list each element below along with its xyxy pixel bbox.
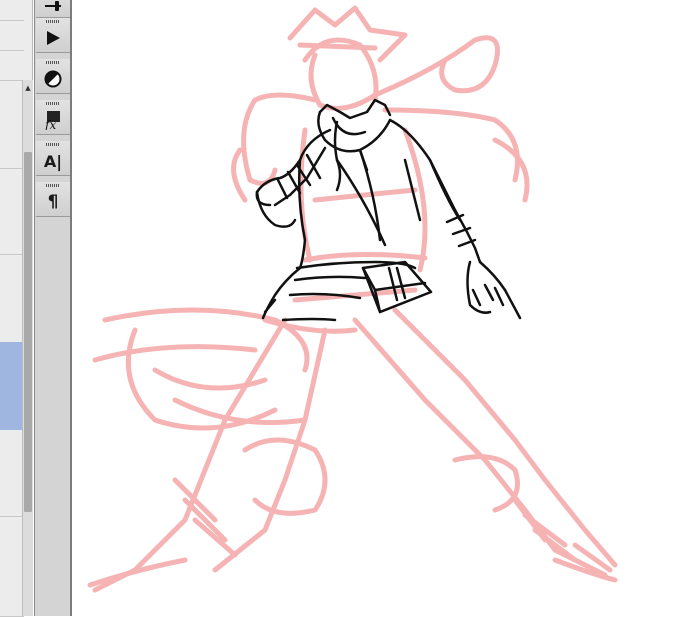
tool-button-paragraph[interactable]: ¶	[36, 182, 70, 217]
panel-row[interactable]	[0, 50, 24, 81]
panel-row[interactable]	[0, 0, 24, 21]
text-tool-icon: A|	[43, 151, 63, 171]
fx-label: fx	[44, 118, 56, 130]
slider-tool-icon	[36, 0, 70, 14]
tool-button-slider[interactable]	[36, 0, 70, 18]
panel-row[interactable]	[0, 254, 24, 343]
tool-button-play[interactable]	[36, 18, 70, 53]
scrollbar-thumb[interactable]	[24, 152, 32, 512]
sketch-artwork	[87, 5, 618, 593]
scroll-up-icon[interactable]: ▲	[23, 82, 33, 94]
tool-button-fx[interactable]: fx	[36, 100, 70, 135]
ink-lineart-layer	[255, 98, 522, 322]
panel-row[interactable]	[0, 430, 24, 517]
grip	[46, 61, 60, 64]
tool-button-adjust[interactable]	[36, 59, 70, 94]
left-panel: ▲	[0, 0, 33, 617]
grip	[46, 20, 60, 23]
fx-filter-icon: fx	[36, 108, 70, 132]
paragraph-icon: ¶	[47, 192, 59, 212]
grip	[46, 143, 60, 146]
panel-row[interactable]	[0, 20, 24, 51]
tool-button-text[interactable]: A|	[36, 141, 70, 176]
panel-scrollbar[interactable]: ▲	[22, 80, 33, 616]
panel-row-selected[interactable]	[0, 342, 22, 430]
panel-row[interactable]	[0, 80, 24, 169]
panel-row[interactable]	[0, 516, 24, 617]
drawing-canvas[interactable]	[75, 0, 675, 616]
grip	[46, 102, 60, 105]
play-icon	[36, 26, 70, 50]
rough-sketch-layer	[87, 5, 618, 593]
half-circle-icon	[36, 67, 70, 91]
grip	[46, 184, 60, 187]
panel-row[interactable]	[0, 168, 24, 255]
tools-panel: fx A| ¶	[34, 0, 72, 616]
